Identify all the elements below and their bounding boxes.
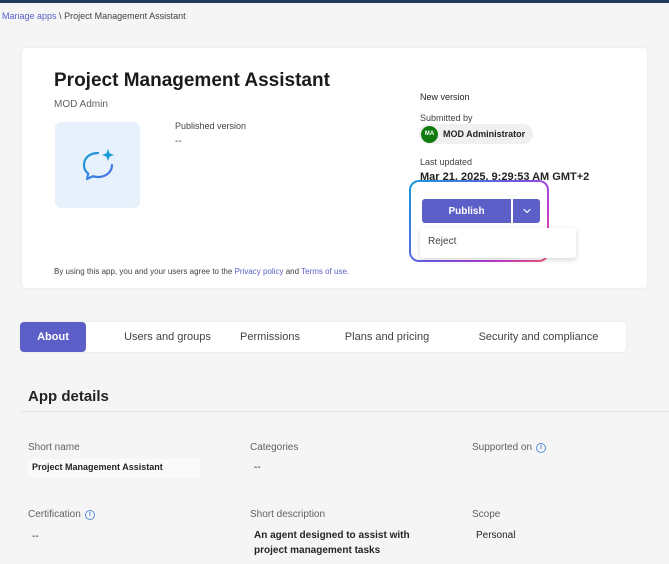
short-description-value: An agent designed to assist with project…: [254, 530, 410, 556]
app-title: Project Management Assistant: [54, 70, 330, 91]
publish-options-dropdown[interactable]: [513, 199, 540, 223]
terms-and: and: [283, 267, 302, 276]
publish-split-button[interactable]: Publish: [422, 199, 540, 223]
details-divider: [22, 411, 669, 412]
published-version-label: Published version: [175, 121, 247, 131]
supported-on-label: Supported on i: [472, 442, 547, 453]
submitted-by-label: Submitted by: [420, 113, 473, 123]
submitter-chip[interactable]: MA MOD Administrator: [419, 124, 534, 144]
app-summary-card: Project Management Assistant MOD Admin P…: [22, 48, 647, 288]
submitter-name: MOD Administrator: [443, 129, 526, 139]
top-border: [0, 0, 669, 3]
terms-suffix: .: [346, 267, 350, 276]
tab-permissions[interactable]: Permissions: [220, 322, 320, 352]
categories-value: --: [254, 462, 261, 473]
chevron-down-icon: [522, 208, 531, 214]
categories-label: Categories: [250, 442, 299, 453]
terms-notice: By using this app, you and your users ag…: [54, 267, 349, 276]
copilot-agent-icon: [55, 122, 140, 208]
breadcrumb-current: Project Management Assistant: [64, 11, 186, 21]
short-name-label: Short name: [28, 442, 80, 453]
avatar: MA: [421, 125, 438, 143]
published-version-value: --: [175, 136, 182, 147]
app-tabs: About Users and groups Permissions Plans…: [20, 322, 626, 352]
breadcrumb-manage-apps-link[interactable]: Manage apps: [2, 11, 57, 21]
scope-label: Scope: [472, 509, 501, 520]
terms-of-use-link[interactable]: Terms of use: [301, 267, 347, 276]
tab-security-and-compliance[interactable]: Security and compliance: [466, 322, 611, 352]
last-updated-label: Last updated: [420, 157, 473, 167]
app-publisher: MOD Admin: [54, 99, 108, 110]
certification-label: Certification i: [28, 509, 95, 520]
breadcrumb-separator: \: [56, 11, 65, 21]
reject-menu-item[interactable]: Reject: [428, 236, 456, 247]
breadcrumb: Manage apps \ Project Management Assista…: [2, 11, 186, 21]
info-icon[interactable]: i: [536, 442, 547, 453]
scope-value: Personal: [476, 530, 516, 541]
publish-options-menu: Reject: [420, 228, 576, 258]
certification-value: --: [32, 531, 39, 542]
tab-about[interactable]: About: [20, 322, 86, 352]
publish-button[interactable]: Publish: [422, 199, 511, 223]
tab-plans-and-pricing[interactable]: Plans and pricing: [332, 322, 442, 352]
privacy-policy-link[interactable]: Privacy policy: [235, 267, 284, 276]
info-icon[interactable]: i: [84, 509, 95, 520]
app-details-heading: App details: [28, 388, 109, 405]
terms-prefix: By using this app, you and your users ag…: [54, 267, 235, 276]
short-description-label: Short description: [250, 509, 326, 520]
new-version-label: New version: [420, 92, 470, 102]
short-name-value: Project Management Assistant: [28, 459, 200, 477]
